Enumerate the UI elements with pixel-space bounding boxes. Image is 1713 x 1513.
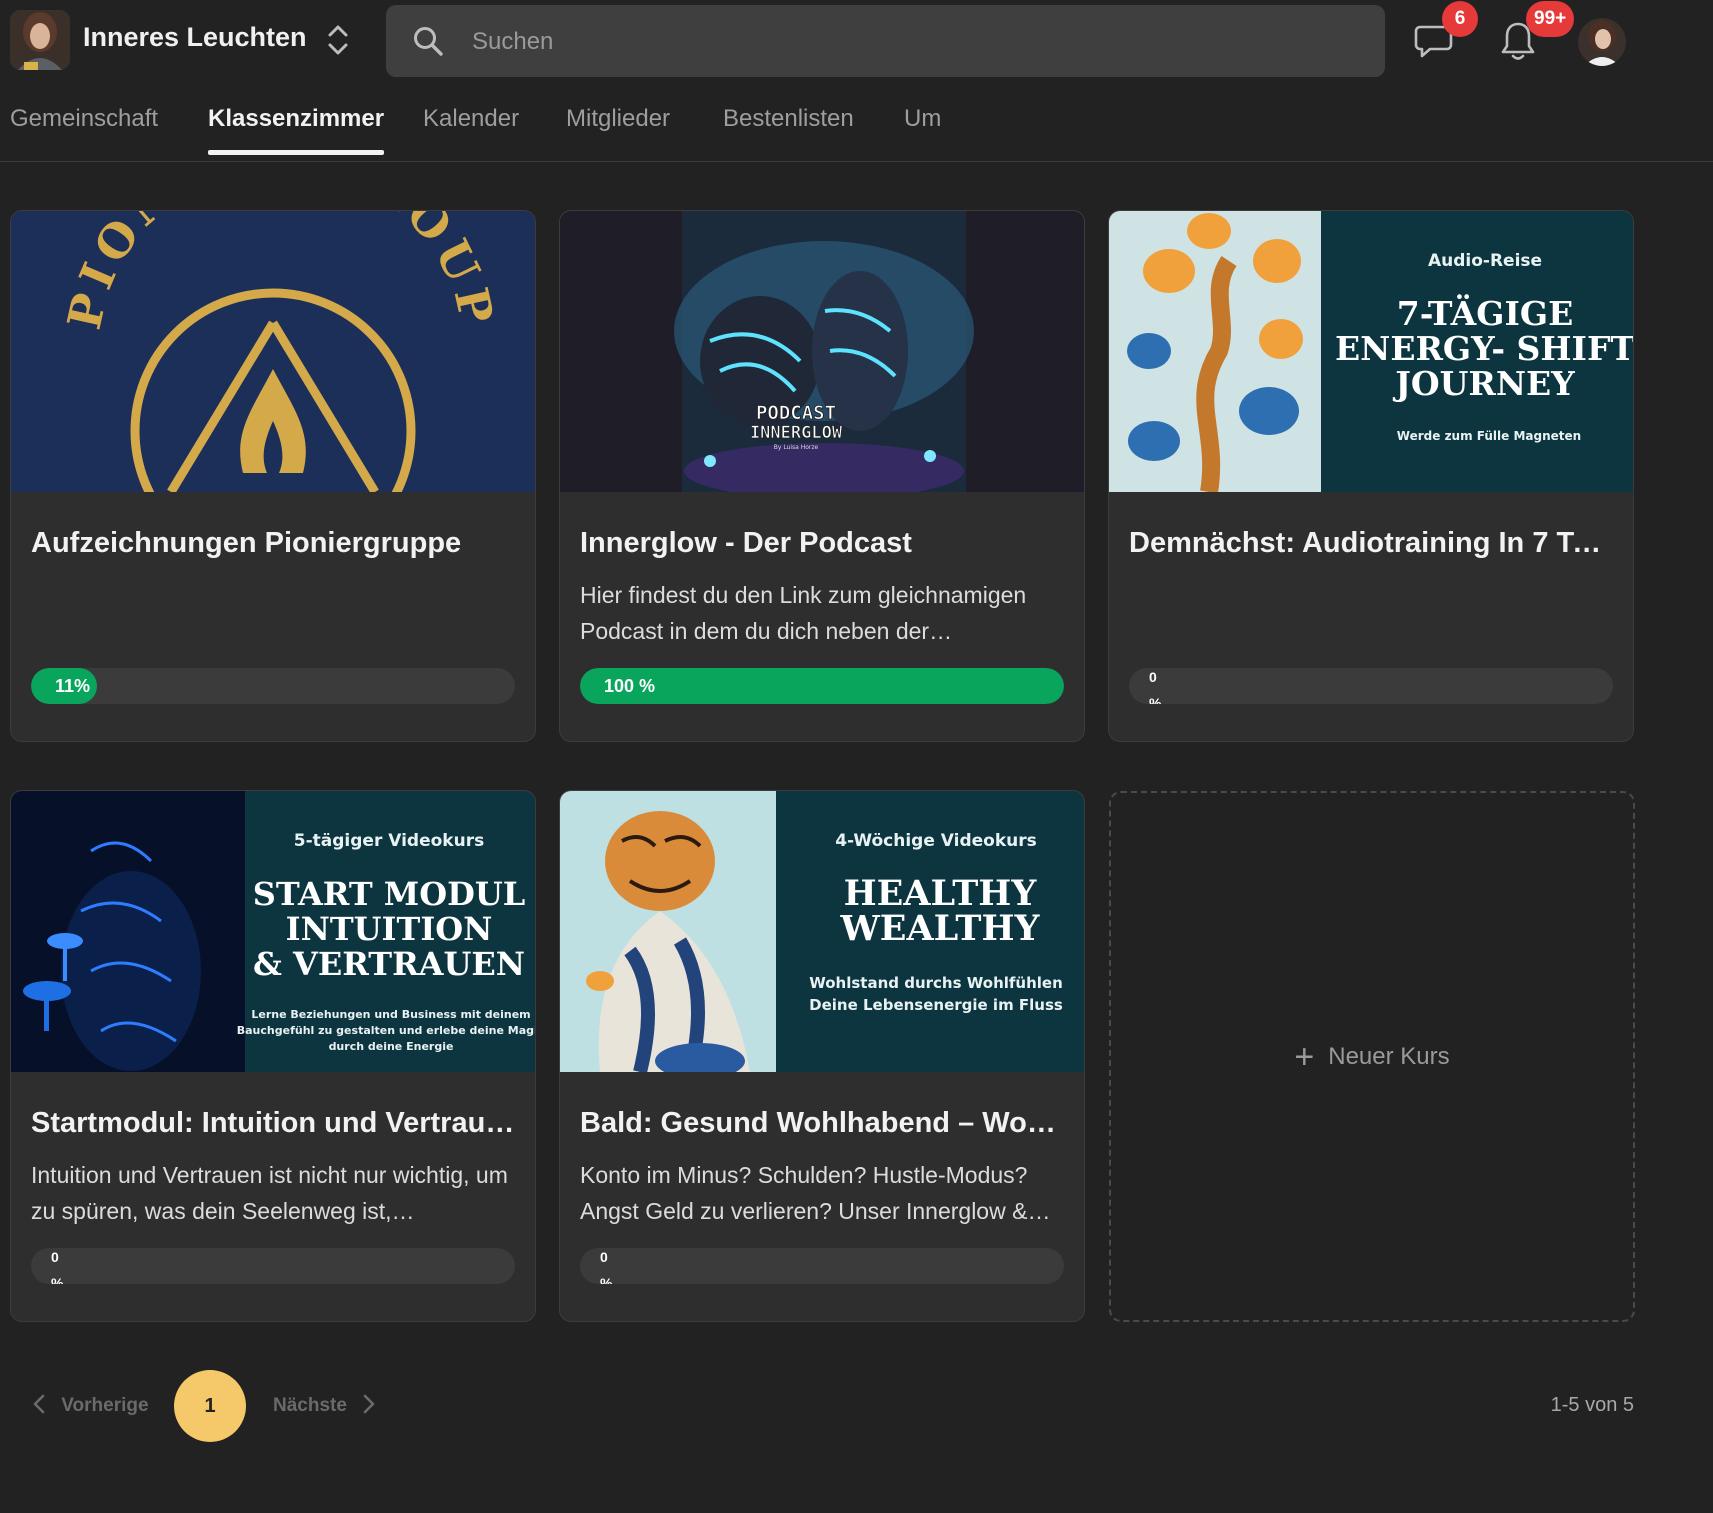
course-progress-bar: 0 % bbox=[1129, 668, 1613, 704]
course-title: Demnächst: Audiotraining In 7 Ta… bbox=[1129, 527, 1613, 559]
cover-text: START MODUL bbox=[253, 875, 525, 913]
cover-text: Lerne Beziehungen und Business mit deine… bbox=[251, 1008, 530, 1021]
tab-kalender[interactable]: Kalender bbox=[423, 105, 519, 153]
course-card[interactable]: 4-Wöchige Videokurs HEALTHY WEALTHY Wohl… bbox=[559, 790, 1085, 1322]
cover-text: ENERGY- SHIFT bbox=[1335, 329, 1633, 368]
progress-label: 11% bbox=[55, 676, 91, 696]
search-bar[interactable] bbox=[386, 5, 1385, 77]
chevron-right-icon bbox=[347, 1394, 376, 1416]
page-number-button[interactable]: 1 bbox=[174, 1370, 246, 1442]
group-switcher-icon[interactable] bbox=[324, 22, 352, 58]
pagination-range: 1-5 von 5 bbox=[1550, 1394, 1634, 1416]
group-avatar[interactable] bbox=[10, 10, 70, 70]
new-course-content: + Neuer Kurs bbox=[1111, 1038, 1633, 1077]
course-progress-bar: 0 % bbox=[580, 1248, 1064, 1284]
plus-icon: + bbox=[1294, 1038, 1315, 1076]
course-progress-bar: 11% bbox=[31, 668, 515, 704]
course-cover-image: 4-Wöchige Videokurs HEALTHY WEALTHY Wohl… bbox=[560, 791, 1084, 1072]
new-course-button[interactable]: + Neuer Kurs bbox=[1109, 791, 1635, 1322]
course-cover-image: Audio-Reise 7-TÄGIGE ENERGY- SHIFT JOURN… bbox=[1109, 211, 1633, 492]
course-description: Intuition und Vertrauen ist nicht nur wi… bbox=[31, 1162, 508, 1224]
pagination: Vorherige 1 Nächste 1-5 von 5 bbox=[0, 1370, 1713, 1442]
course-card[interactable]: PODCAST INNERGLOW By Luisa Horze Innergl… bbox=[559, 210, 1085, 742]
nav-tabs: Gemeinschaft Klassenzimmer Kalender Mitg… bbox=[0, 95, 1713, 162]
course-title: Startmodul: Intuition und Vertrauen bbox=[31, 1107, 515, 1139]
search-icon bbox=[412, 25, 444, 57]
notifications-badge: 99+ bbox=[1526, 1, 1575, 37]
course-title: Bald: Gesund Wohlhabend – Wohl… bbox=[580, 1107, 1064, 1139]
progress-label: 0 % bbox=[51, 1249, 64, 1284]
progress-label: 0 % bbox=[600, 1249, 613, 1284]
messages-badge: 6 bbox=[1442, 1, 1478, 37]
cover-text: By Luisa Horze bbox=[774, 444, 819, 451]
course-description: Konto im Minus? Schulden? Hustle-Modus? … bbox=[580, 1162, 1051, 1224]
cover-text: 5-tägiger Videokurs bbox=[294, 831, 484, 851]
previous-label: Vorherige bbox=[61, 1395, 149, 1416]
course-card[interactable]: Audio-Reise 7-TÄGIGE ENERGY- SHIFT JOURN… bbox=[1108, 210, 1634, 742]
progress-label: 0 % bbox=[1149, 669, 1162, 704]
cover-text: 7-TÄGIGE bbox=[1397, 293, 1574, 333]
cover-text: PODCAST bbox=[756, 402, 836, 424]
user-avatar[interactable] bbox=[1578, 18, 1626, 66]
course-cover-image: PIONEER GROUP bbox=[11, 211, 535, 492]
course-progress-bar: 0 % bbox=[31, 1248, 515, 1284]
cover-text: Wohlstand durchs Wohlfühlen bbox=[809, 974, 1063, 992]
course-card[interactable]: PIONEER GROUP Aufzeichnungen Pioniergrup… bbox=[10, 210, 536, 742]
course-cover-image: 5-tägiger Videokurs START MODUL INTUITIO… bbox=[11, 791, 535, 1072]
cover-text: Bauchgefühl zu gestalten und erlebe dein… bbox=[237, 1024, 535, 1037]
cover-text: & VERTRAUEN bbox=[253, 945, 525, 983]
cover-text: Audio-Reise bbox=[1428, 251, 1542, 271]
cover-text: durch deine Energie bbox=[329, 1040, 454, 1053]
tab-bestenlisten[interactable]: Bestenlisten bbox=[723, 105, 854, 153]
tab-klassenzimmer[interactable]: Klassenzimmer bbox=[208, 105, 385, 155]
course-title: Aufzeichnungen Pioniergruppe bbox=[31, 527, 462, 559]
tab-um[interactable]: Um bbox=[904, 105, 941, 153]
chevron-left-icon bbox=[32, 1394, 61, 1416]
tab-mitglieder[interactable]: Mitglieder bbox=[566, 105, 670, 153]
group-name[interactable]: Inneres Leuchten bbox=[83, 22, 307, 53]
course-title: Innerglow - Der Podcast bbox=[580, 527, 912, 559]
cover-text: 4-Wöchige Videokurs bbox=[835, 831, 1037, 851]
cover-text: WEALTHY bbox=[840, 908, 1041, 949]
cover-text: JOURNEY bbox=[1392, 364, 1575, 403]
next-label: Nächste bbox=[273, 1395, 347, 1416]
cover-text: Deine Lebensenergie im Fluss bbox=[809, 996, 1063, 1014]
course-progress-bar: 100 % bbox=[580, 668, 1064, 704]
cover-text: INTUITION bbox=[286, 910, 493, 948]
course-card[interactable]: 5-tägiger Videokurs START MODUL INTUITIO… bbox=[10, 790, 536, 1322]
previous-page-button[interactable]: Vorherige bbox=[32, 1394, 149, 1417]
tab-gemeinschaft[interactable]: Gemeinschaft bbox=[10, 105, 158, 153]
top-bar: Inneres Leuchten 6 99+ bbox=[0, 0, 1713, 82]
next-page-button[interactable]: Nächste bbox=[273, 1394, 376, 1417]
course-cover-image: PODCAST INNERGLOW By Luisa Horze bbox=[560, 211, 1084, 492]
course-description: Hier findest du den Link zum gleichnamig… bbox=[580, 582, 1027, 644]
progress-label: 100 % bbox=[604, 676, 656, 696]
new-course-label: Neuer Kurs bbox=[1328, 1043, 1450, 1070]
search-input[interactable] bbox=[470, 19, 1354, 65]
cover-text: INNERGLOW bbox=[750, 423, 843, 443]
cover-text: Werde zum Fülle Magneten bbox=[1397, 429, 1581, 443]
